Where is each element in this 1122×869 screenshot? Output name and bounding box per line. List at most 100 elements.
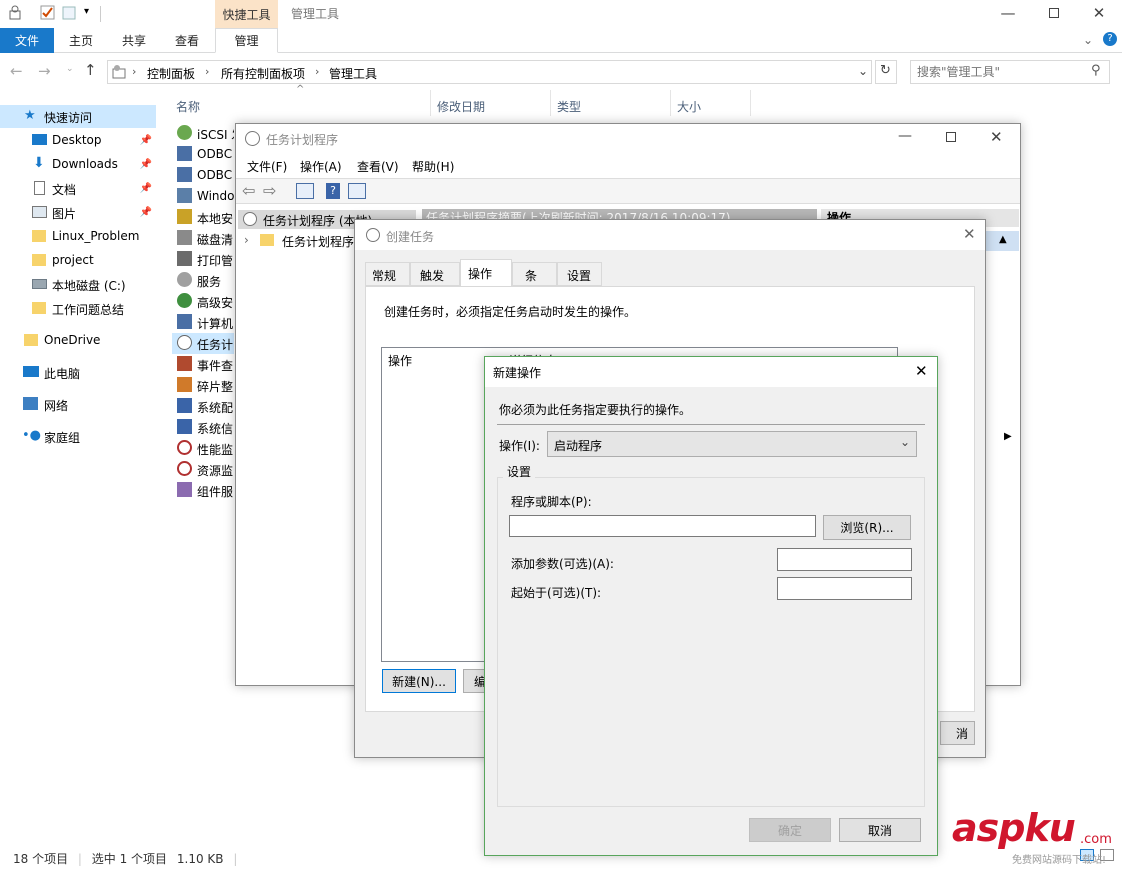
actions-section-bar[interactable]: ▲	[985, 231, 1019, 251]
list-item[interactable]: 计算机	[176, 312, 234, 333]
arguments-input[interactable]	[777, 548, 912, 571]
close-button[interactable]: ✕	[1076, 0, 1122, 26]
nav-linux-problem[interactable]: Linux_Problem	[0, 225, 156, 248]
nav-local-disk[interactable]: 本地磁盘 (C:)	[0, 273, 156, 296]
customize-qat-icon[interactable]: ▾	[84, 6, 89, 17]
address-dropdown-icon[interactable]: ⌄	[858, 64, 868, 78]
up-icon[interactable]: ↑	[84, 61, 97, 79]
back-icon[interactable]: ←	[10, 62, 23, 80]
forward-icon[interactable]: ⇨	[263, 181, 276, 200]
list-item[interactable]: ODBC	[176, 144, 234, 165]
collapse-up-icon[interactable]: ▲	[999, 234, 1007, 245]
pin-icon[interactable]: 📌	[140, 183, 152, 194]
menu-help[interactable]: 帮助(H)	[412, 158, 454, 175]
forward-icon[interactable]: →	[38, 62, 51, 80]
nav-documents[interactable]: 文档 📌	[0, 177, 156, 200]
minimize-button[interactable]: —	[985, 0, 1031, 26]
list-item[interactable]: 组件服	[176, 480, 234, 501]
nav-work-summary[interactable]: 工作问题总结	[0, 297, 156, 320]
nav-downloads[interactable]: ⬇ Downloads 📌	[0, 153, 156, 176]
list-item[interactable]: 服务	[176, 270, 234, 291]
tab-triggers[interactable]: 触发器	[410, 262, 460, 300]
checkmark-icon[interactable]	[40, 5, 56, 21]
maximize-button[interactable]	[946, 132, 956, 142]
tab-general[interactable]: 常规	[365, 262, 410, 286]
back-icon[interactable]: ⇦	[242, 181, 255, 200]
action-type-select[interactable]: 启动程序 ⌄	[547, 431, 917, 457]
expand-ribbon-icon[interactable]: ⌄	[1083, 33, 1093, 47]
start-in-input[interactable]	[777, 577, 912, 600]
tab-view[interactable]: 查看	[160, 28, 214, 53]
breadcrumb-separator[interactable]: ›	[205, 65, 209, 78]
breadcrumb-separator[interactable]: ›	[132, 65, 136, 78]
help-icon[interactable]: ?	[1103, 32, 1117, 46]
pin-icon[interactable]: 📌	[140, 207, 152, 218]
list-item[interactable]: 高级安	[176, 291, 234, 312]
nav-this-pc[interactable]: 此电脑	[0, 361, 156, 384]
recent-locations-icon[interactable]: ⌄	[66, 64, 74, 74]
list-item[interactable]: Windo	[176, 186, 234, 207]
list-item[interactable]: 事件查	[176, 354, 234, 375]
address-bar[interactable]: › 控制面板 › 所有控制面板项 › 管理工具 ⌄	[107, 60, 872, 84]
list-item[interactable]: 磁盘清	[176, 228, 234, 249]
nav-homegroup[interactable]: •● 家庭组	[0, 425, 156, 448]
list-item[interactable]: 碎片整	[176, 375, 234, 396]
list-item[interactable]: 系统信	[176, 417, 234, 438]
search-box[interactable]: ⚲	[910, 60, 1110, 84]
list-item[interactable]: iSCSI 发	[176, 123, 234, 144]
list-item[interactable]: 性能监	[176, 438, 234, 459]
tab-share[interactable]: 共享	[108, 28, 160, 53]
tab-manage[interactable]: 管理	[215, 28, 278, 53]
new-action-button[interactable]: 新建(N)...	[382, 669, 456, 693]
cancel-button[interactable]: 取消	[839, 818, 921, 842]
column-name[interactable]: 名称	[170, 95, 430, 117]
close-button[interactable]: ✕	[963, 225, 976, 243]
pin-icon[interactable]: 📌	[140, 159, 152, 170]
ok-button[interactable]: 确定	[749, 818, 831, 842]
list-item[interactable]: 本地安	[176, 207, 234, 228]
close-button[interactable]: ✕	[915, 362, 928, 380]
new-folder-icon[interactable]	[62, 6, 76, 20]
tab-file[interactable]: 文件	[0, 28, 54, 53]
close-button[interactable]: ✕	[990, 128, 1003, 146]
tab-home[interactable]: 主页	[54, 28, 108, 53]
breadcrumb-control-panel[interactable]: 控制面板	[147, 65, 195, 82]
chevron-right-icon[interactable]: ›	[244, 233, 249, 247]
show-tree-icon[interactable]	[296, 183, 314, 199]
refresh-button[interactable]: ↻	[875, 60, 897, 84]
breadcrumb-separator[interactable]: ›	[315, 65, 319, 78]
menu-file[interactable]: 文件(F)	[247, 158, 287, 175]
column-type[interactable]: 类型	[551, 95, 671, 117]
list-item[interactable]: 打印管	[176, 249, 234, 270]
nav-desktop[interactable]: Desktop 📌	[0, 129, 156, 152]
column-size[interactable]: 大小	[671, 95, 751, 117]
nav-pictures[interactable]: 图片 📌	[0, 201, 156, 224]
nav-quick-access[interactable]: ★ 快速访问	[0, 105, 156, 128]
search-input[interactable]	[917, 65, 1077, 79]
browse-button[interactable]: 浏览(R)...	[823, 515, 911, 540]
help-icon[interactable]: ?	[326, 183, 340, 199]
pin-icon[interactable]: 📌	[140, 135, 152, 146]
nav-network[interactable]: 网络	[0, 393, 156, 416]
column-divider[interactable]	[750, 90, 751, 116]
list-item[interactable]: 任务计	[172, 333, 234, 354]
minimize-button[interactable]: —	[898, 128, 912, 144]
column-action[interactable]: 操作	[388, 352, 412, 369]
list-item[interactable]: 系统配	[176, 396, 234, 417]
breadcrumb-admin-tools[interactable]: 管理工具	[329, 65, 377, 82]
tab-settings[interactable]: 设置	[557, 262, 602, 286]
program-input[interactable]	[509, 515, 816, 537]
tab-actions[interactable]: 操作	[460, 259, 512, 286]
nav-onedrive[interactable]: OneDrive	[0, 329, 156, 352]
nav-project[interactable]: project	[0, 249, 156, 272]
properties-icon[interactable]	[7, 5, 23, 21]
menu-action[interactable]: 操作(A)	[300, 158, 342, 175]
submenu-arrow-icon[interactable]: ▶	[1004, 431, 1012, 442]
cancel-button[interactable]: 消	[940, 721, 975, 745]
maximize-button[interactable]	[1031, 0, 1077, 26]
breadcrumb-all-items[interactable]: 所有控制面板项	[221, 65, 305, 82]
tab-conditions[interactable]: 条件	[512, 262, 557, 300]
show-action-pane-icon[interactable]	[348, 183, 366, 199]
list-item[interactable]: 资源监	[176, 459, 234, 480]
list-item[interactable]: ODBC	[176, 165, 234, 186]
